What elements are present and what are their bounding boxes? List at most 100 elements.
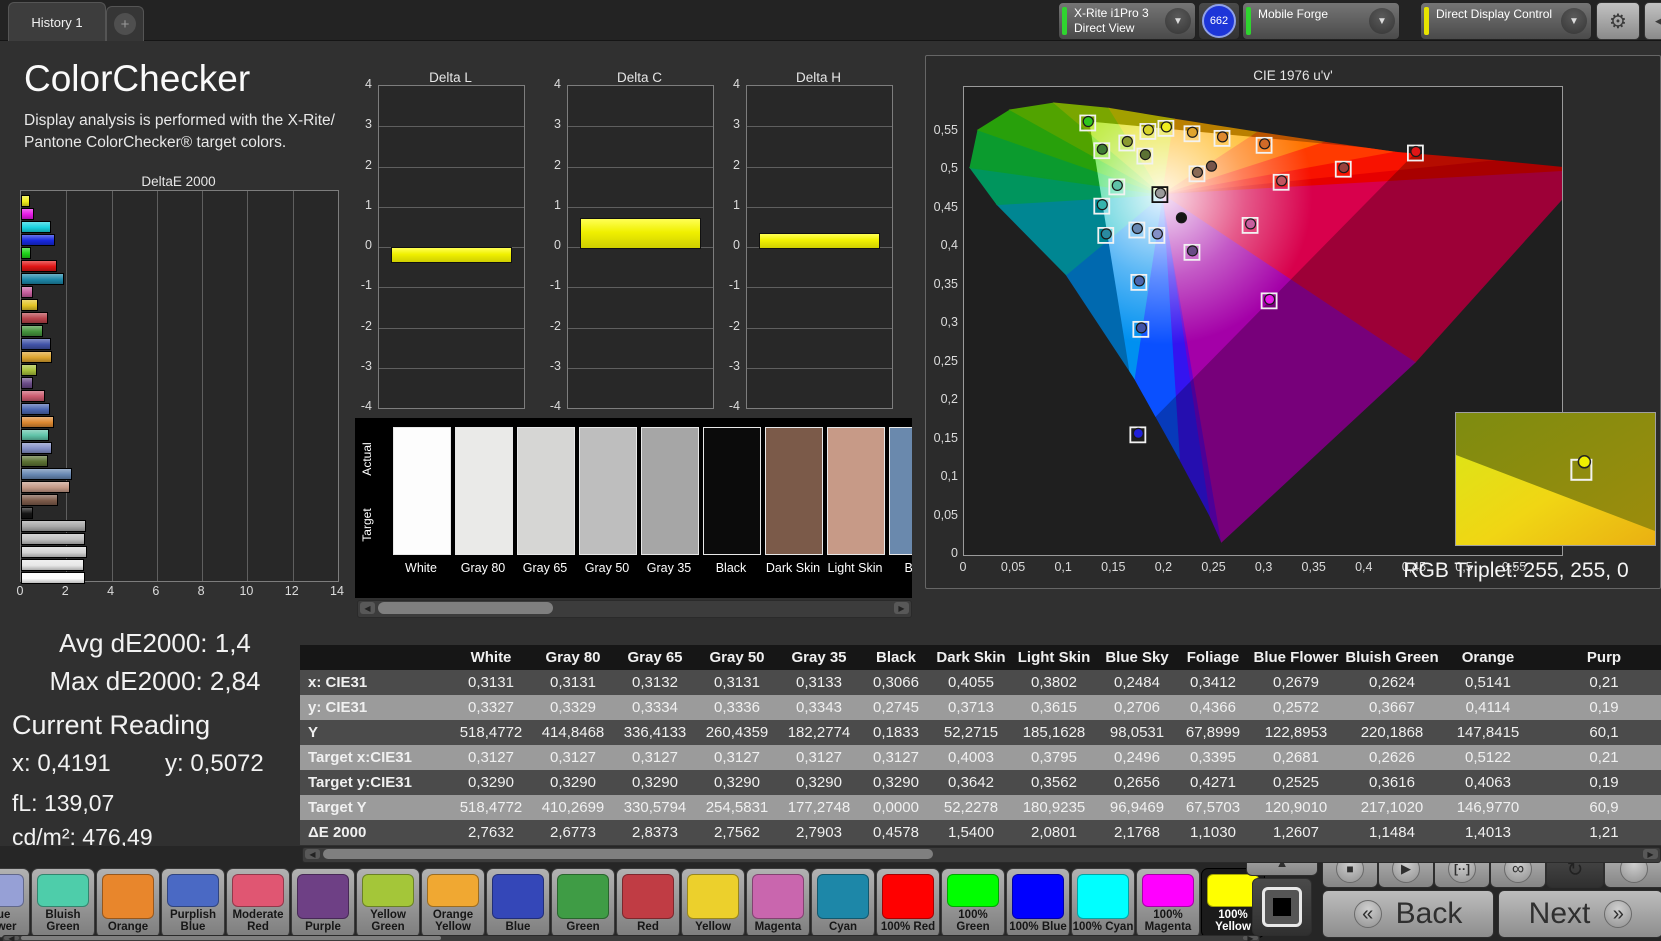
y-tick-label: 0,5 xyxy=(940,161,958,175)
scroll-left-icon[interactable]: ◀ xyxy=(360,602,375,614)
y-tick-label: 0,2 xyxy=(940,392,958,406)
table-cell: 0,2496 xyxy=(1114,749,1160,766)
patch-color-pill xyxy=(817,874,869,920)
patch-button-100-blue[interactable]: 100% Blue xyxy=(1006,868,1070,938)
deltae-bar xyxy=(21,364,38,376)
patch-button-100-red[interactable]: 100% Red xyxy=(876,868,940,938)
swatch-label: Gray 50 xyxy=(584,561,630,575)
patch-button-bluish-green[interactable]: Bluish Green xyxy=(31,868,95,938)
table-cell: 0,2681 xyxy=(1273,749,1319,766)
column-header: Blue Sky xyxy=(1105,649,1169,666)
patch-button-red[interactable]: Red xyxy=(616,868,680,938)
patch-color-pill xyxy=(622,874,674,920)
patch-button-orange[interactable]: Orange xyxy=(96,868,160,938)
patch-button-yellow-green[interactable]: Yellow Green xyxy=(356,868,420,938)
y-tick-label: -4 xyxy=(728,399,740,413)
patch-button-label: Moderate Red xyxy=(232,908,284,934)
row-label: Y xyxy=(308,724,319,741)
scroll-right-icon[interactable]: ▶ xyxy=(1643,849,1658,859)
scroll-left-icon[interactable]: ◀ xyxy=(305,849,320,859)
patch-button-100-magenta[interactable]: 100% Magenta xyxy=(1136,868,1200,938)
patch-button-orange-yellow[interactable]: Orange Yellow xyxy=(421,868,485,938)
table-cell: 2,0801 xyxy=(1031,824,1077,841)
patch-button-label: Yellow Green xyxy=(370,908,406,934)
table-cell: 0,3343 xyxy=(796,699,842,716)
workflow-dropdown-label: Direct Display Control xyxy=(1436,7,1553,21)
table-cell: 180,9235 xyxy=(1022,799,1086,816)
scroll-right-icon[interactable]: ▶ xyxy=(1243,934,1258,941)
gridline xyxy=(379,287,524,289)
column-header: Purp xyxy=(1586,649,1622,666)
table-cell: 0,3802 xyxy=(1031,674,1077,691)
patch-window-button[interactable] xyxy=(1252,878,1312,936)
delta-bar xyxy=(580,218,701,249)
table-cell: 0,3412 xyxy=(1190,674,1236,691)
table-cell: 1,21 xyxy=(1589,824,1619,841)
swatch-scrollbar[interactable]: ◀ ▶ xyxy=(357,600,912,618)
table-cell: 0,0000 xyxy=(873,799,919,816)
x-tick-label: 0,25 xyxy=(1201,560,1226,574)
y-tick-label: -1 xyxy=(549,278,561,293)
patch-button-yellow[interactable]: Yellow xyxy=(681,868,745,938)
reading-y-value: y: 0,5072 xyxy=(165,750,264,777)
table-scrollbar[interactable]: ◀ ▶ xyxy=(302,847,1661,863)
cie-zoom-inset xyxy=(1455,412,1656,546)
chevron-down-icon: ▼ xyxy=(1165,8,1191,34)
patch-button-blue[interactable]: Blue xyxy=(486,868,550,938)
cie-measured-dot xyxy=(1186,126,1199,138)
cie-measured-dot xyxy=(1131,222,1143,235)
table-cell: 1,1030 xyxy=(1190,824,1236,841)
y-tick-label: 2 xyxy=(554,157,561,172)
column-header: Gray 65 xyxy=(627,649,683,666)
patch-button-label: 100% Green xyxy=(956,908,990,934)
deltae-bar xyxy=(21,312,49,324)
patch-button-100-cyan[interactable]: 100% Cyan xyxy=(1071,868,1135,938)
table-cell: 0,3334 xyxy=(632,699,678,716)
scroll-left-icon[interactable]: ◀ xyxy=(4,934,19,941)
patch-button-green[interactable]: Green xyxy=(551,868,615,938)
table-cell: 0,3131 xyxy=(714,674,760,691)
source-dropdown[interactable]: Mobile Forge ▼ xyxy=(1242,2,1400,40)
table-header-row: White Gray 80 Gray 65 Gray 50 Gray 35 Black Da… xyxy=(300,645,1661,670)
cie-measured-dot xyxy=(1133,275,1145,287)
add-tab-button[interactable]: + xyxy=(106,6,144,41)
settings-button[interactable]: ⚙ xyxy=(1596,2,1640,40)
tab-history-1[interactable]: History 1 xyxy=(8,2,106,41)
patch-list-scrollbar[interactable]: ◀ ▶ xyxy=(2,934,1260,941)
patch-scrollbar-thumb[interactable] xyxy=(21,936,441,940)
chevron-down-icon: ▼ xyxy=(1369,8,1395,34)
patch-color-pill xyxy=(492,874,544,920)
patch-button-purple[interactable]: Purple xyxy=(291,868,355,938)
y-tick-label: -4 xyxy=(549,399,561,413)
deltae-bar xyxy=(21,572,86,584)
y-tick-label: 0,05 xyxy=(933,507,958,522)
cie-measured-dot xyxy=(1175,212,1188,224)
next-button[interactable]: Next » xyxy=(1498,890,1661,938)
collapse-panel-button[interactable]: ◀ xyxy=(1644,2,1661,40)
table-scrollbar-thumb[interactable] xyxy=(323,849,933,859)
deltae-bar xyxy=(21,247,32,259)
row-label: Target x:CIE31 xyxy=(308,749,412,766)
patch-button-100-green[interactable]: 100% Green xyxy=(941,868,1005,938)
patch-button-moderate-red[interactable]: Moderate Red xyxy=(226,868,290,938)
table-cell: 0,3127 xyxy=(632,749,678,766)
x-tick-label: 0 xyxy=(959,560,967,574)
table-cell: 0,4003 xyxy=(948,749,994,766)
table-cell: 336,4133 xyxy=(623,724,687,741)
back-button[interactable]: « Back xyxy=(1322,890,1494,938)
scroll-right-icon[interactable]: ▶ xyxy=(894,602,909,614)
swatch-scrollbar-thumb[interactable] xyxy=(378,602,553,614)
cie-measured-dot xyxy=(1276,175,1288,187)
table-cell: 0,19 xyxy=(1589,774,1619,791)
patch-button-blue-flower[interactable]: Blue Flower xyxy=(0,868,30,938)
table-cell: 0,4366 xyxy=(1190,699,1236,716)
table-cell: 1,4013 xyxy=(1465,824,1511,841)
cie-measured-dot xyxy=(1410,145,1422,158)
patch-button-magenta[interactable]: Magenta xyxy=(746,868,810,938)
deltae-bar xyxy=(21,429,50,441)
meter-dropdown[interactable]: X-Rite i1Pro 3 Direct View ▼ xyxy=(1058,2,1196,40)
reading-x-value: x: 0,4191 xyxy=(12,750,111,777)
patch-button-purplish-blue[interactable]: Purplish Blue xyxy=(161,868,225,938)
patch-button-cyan[interactable]: Cyan xyxy=(811,868,875,938)
workflow-dropdown[interactable]: Direct Display Control ▼ xyxy=(1420,2,1592,40)
